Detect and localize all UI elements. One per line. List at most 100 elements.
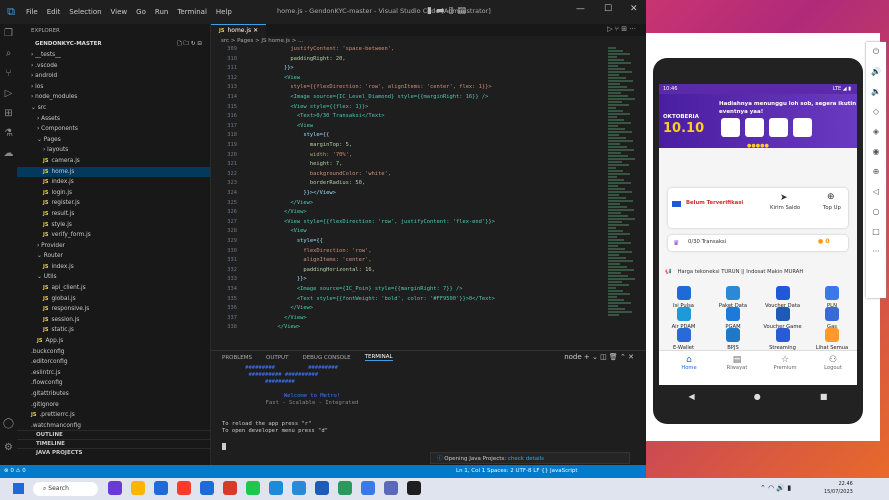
section-outline[interactable]: OUTLINE xyxy=(17,430,210,439)
rotate-left-icon[interactable]: ◇ xyxy=(866,102,886,122)
terminal-shell[interactable]: node xyxy=(564,353,581,361)
tree-item[interactable]: JS register.js xyxy=(17,198,210,209)
source-control-icon[interactable]: ⑂ xyxy=(0,64,17,84)
tree-item[interactable]: JS responsive.js xyxy=(17,304,210,315)
tree-item[interactable]: JS static.js xyxy=(17,325,210,336)
minimap[interactable] xyxy=(608,46,640,346)
tree-item[interactable]: JS camera.js xyxy=(17,156,210,167)
service-pln[interactable]: PLN xyxy=(808,286,857,309)
tree-item[interactable]: ⌄ Router xyxy=(17,251,210,262)
tree-item[interactable]: › ios xyxy=(17,82,210,93)
taskbar-app-icon[interactable] xyxy=(292,481,306,495)
topup-icon[interactable]: ⊕ xyxy=(827,192,835,202)
menu-edit[interactable]: Edit xyxy=(47,8,61,16)
account-icon[interactable]: ◯ xyxy=(0,414,17,434)
volume-down-icon[interactable]: 🔉 xyxy=(866,82,886,102)
service-air-pdam[interactable]: Air PDAM xyxy=(659,307,708,330)
taskbar-app-icon[interactable] xyxy=(154,481,168,495)
tree-item[interactable]: › .vscode xyxy=(17,61,210,72)
service-streaming[interactable]: Streaming xyxy=(758,328,807,351)
tree-item[interactable]: ⌄ Pages xyxy=(17,135,210,146)
home-icon[interactable]: ● xyxy=(754,392,761,401)
panel-tab-problems[interactable]: PROBLEMS xyxy=(222,355,252,361)
promo-banner[interactable]: Hadiahnya menunggu loh sob, segera ikuti… xyxy=(659,94,857,149)
tree-item[interactable]: JS result.js xyxy=(17,209,210,220)
service-paket-data[interactable]: Paket Data xyxy=(709,286,758,309)
taskbar-app-icon[interactable] xyxy=(384,481,398,495)
tree-item[interactable]: .eslintrc.js xyxy=(17,368,210,379)
back-icon[interactable]: ◀ xyxy=(689,392,695,401)
taskbar-app-icon[interactable] xyxy=(200,481,214,495)
more-icon[interactable]: ··· xyxy=(866,242,886,262)
search-icon[interactable]: ⌕ xyxy=(0,44,17,64)
service-voucher-data[interactable]: Voucher Data xyxy=(758,286,807,309)
taskbar-app-icon[interactable] xyxy=(246,481,260,495)
code-editor[interactable]: 309 justifyContent: 'space-between', 310 … xyxy=(211,46,581,347)
taskbar-app-icon[interactable] xyxy=(177,481,191,495)
docker-icon[interactable]: ☁ xyxy=(0,144,17,164)
tree-item[interactable]: › Provider xyxy=(17,241,210,252)
recents-icon[interactable]: ■ xyxy=(820,392,828,401)
explorer-icon[interactable]: ❐ xyxy=(0,24,17,44)
overview-icon[interactable]: □ xyxy=(866,222,886,242)
tree-item[interactable]: › Assets xyxy=(17,114,210,125)
rotate-right-icon[interactable]: ◈ xyxy=(866,122,886,142)
tray-icons[interactable]: ⌃ ◠ 🔊 ▮ xyxy=(760,484,791,492)
volume-up-icon[interactable]: 🔊 xyxy=(866,62,886,82)
tab-home-js[interactable]: JS home.js ✕ xyxy=(211,24,267,36)
menu-terminal[interactable]: Terminal xyxy=(177,8,207,16)
toggle-secondary-icon[interactable]: ▯ xyxy=(448,6,453,16)
tree-item[interactable]: .editorconfig xyxy=(17,357,210,368)
tree-item[interactable]: JS index.js xyxy=(17,262,210,273)
menu-selection[interactable]: Selection xyxy=(69,8,101,16)
tree-item[interactable]: JS verify_form.js xyxy=(17,230,210,241)
tree-item[interactable]: › node_modules xyxy=(17,92,210,103)
panel-tab-output[interactable]: OUTPUT xyxy=(266,355,288,361)
customize-layout-icon[interactable]: ▤ xyxy=(457,6,466,16)
clock[interactable]: 22.46 15/07/2023 xyxy=(824,480,853,496)
tree-item[interactable]: JS global.js xyxy=(17,294,210,305)
tree-item[interactable]: ⌄ src xyxy=(17,103,210,114)
section-timeline[interactable]: TIMELINE xyxy=(17,439,210,448)
start-icon[interactable] xyxy=(13,483,24,494)
service-e-wallet[interactable]: E-Wallet xyxy=(659,328,708,351)
taskbar-app-icon[interactable] xyxy=(269,481,283,495)
nav-logout[interactable]: ⚇ Logout xyxy=(813,355,853,371)
editor-actions[interactable]: ▷ ⑂ ⊞ ··· xyxy=(607,25,636,33)
run-debug-icon[interactable]: ▷ xyxy=(0,84,17,104)
testing-icon[interactable]: ⚗ xyxy=(0,124,17,144)
maximize-button[interactable]: ☐ xyxy=(604,4,612,14)
tree-item[interactable]: .gitattributes xyxy=(17,389,210,400)
menu-view[interactable]: View xyxy=(111,8,128,16)
problems-status[interactable]: ⊗ 0 ⚠ 0 xyxy=(4,465,26,478)
extensions-icon[interactable]: ⊞ xyxy=(0,104,17,124)
tree-item[interactable]: › __tests__ xyxy=(17,50,210,61)
menu-run[interactable]: Run xyxy=(155,8,168,16)
check-details-link[interactable]: check details xyxy=(508,456,544,462)
panel-tab-terminal[interactable]: TERMINAL xyxy=(364,354,393,361)
panel-actions[interactable]: node + ⌄ ◫ 🗑 ⌃ ✕ xyxy=(564,353,634,361)
zoom-icon[interactable]: ⊕ xyxy=(866,162,886,182)
menu-file[interactable]: File xyxy=(26,8,38,16)
tree-item[interactable]: JS App.js xyxy=(17,336,210,347)
power-icon[interactable]: ⏻ xyxy=(866,42,886,62)
taskbar-search[interactable]: ⌕ Search xyxy=(33,482,98,496)
terminal-output[interactable]: ######### ######### ########## #########… xyxy=(222,365,422,450)
close-button[interactable]: ✕ xyxy=(630,4,638,14)
service-pgam[interactable]: PGAM xyxy=(709,307,758,330)
nav-riwayat[interactable]: ▤ Riwayat xyxy=(717,355,757,371)
tree-item[interactable]: › Components xyxy=(17,124,210,135)
send-icon[interactable]: ➤ xyxy=(780,193,788,203)
tree-item[interactable]: › android xyxy=(17,71,210,82)
section-java-projects[interactable]: JAVA PROJECTS xyxy=(17,448,210,457)
tree-item[interactable]: .buckconfig xyxy=(17,347,210,358)
taskbar-app-icon[interactable] xyxy=(407,481,421,495)
explorer-actions[interactable]: 🗋 🗀 ↻ ⊟ xyxy=(177,38,202,50)
tree-item[interactable]: JS index.js xyxy=(17,177,210,188)
service-gas[interactable]: Gas xyxy=(808,307,857,330)
menu-help[interactable]: Help xyxy=(216,8,232,16)
minimize-button[interactable]: — xyxy=(576,4,585,14)
tree-item[interactable]: JS login.js xyxy=(17,188,210,199)
service-voucher-game[interactable]: Voucher Game xyxy=(758,307,807,330)
tree-item[interactable]: ⌄ Utils xyxy=(17,272,210,283)
